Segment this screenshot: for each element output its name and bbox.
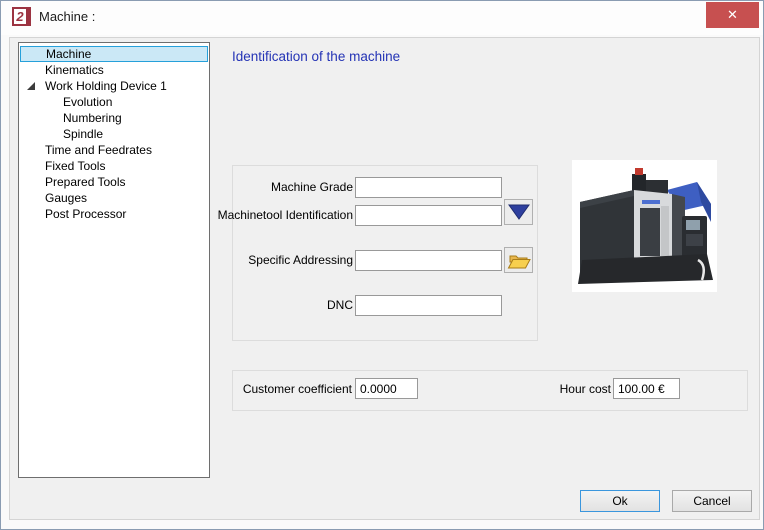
tree-view: Machine Kinematics Work Holding Device 1 Ev… (18, 42, 210, 478)
tree-item-post-processor[interactable]: Post Processor (20, 206, 208, 222)
app-logo-icon: 2 (12, 7, 31, 26)
tree-item-evolution[interactable]: Evolution (20, 94, 208, 110)
specific-addressing-input[interactable] (355, 250, 502, 271)
tree-item-label: Spindle (63, 127, 104, 141)
specific-addressing-label: Specific Addressing (248, 253, 353, 267)
tree-item-numbering[interactable]: Numbering (20, 110, 208, 126)
hour-cost-label: Hour cost (559, 382, 611, 396)
title-bar: 2 Machine : ✕ (1, 1, 763, 35)
tree-item-label: Kinematics (45, 63, 104, 77)
window-title: Machine : (39, 9, 96, 24)
ok-button[interactable]: Ok (580, 490, 660, 512)
tree-item-label: Evolution (63, 95, 113, 109)
tree-item-label: Time and Feedrates (45, 143, 152, 157)
customer-coefficient-label: Customer coefficient (242, 382, 352, 396)
close-icon: ✕ (727, 7, 738, 22)
tree-item-label: Fixed Tools (45, 159, 106, 173)
tree-item-gauges[interactable]: Gauges (20, 190, 208, 206)
machinetool-identification-input[interactable] (355, 205, 502, 226)
open-folder-icon (507, 255, 531, 269)
browse-folder-button[interactable] (504, 247, 533, 273)
dnc-label: DNC (327, 298, 353, 312)
tree-item-label: Prepared Tools (45, 175, 126, 189)
close-button[interactable]: ✕ (706, 2, 759, 28)
content-panel: Machine Kinematics Work Holding Device 1 Ev… (9, 37, 760, 520)
dnc-input[interactable] (355, 295, 502, 316)
tree-item-spindle[interactable]: Spindle (20, 126, 208, 142)
hour-cost-input[interactable] (613, 378, 680, 399)
machine-grade-input[interactable] (355, 177, 502, 198)
customer-coefficient-input[interactable] (355, 378, 418, 399)
tree-item-machine[interactable]: Machine (20, 46, 208, 62)
tree-item-label: Post Processor (45, 207, 127, 221)
tree-item-kinematics[interactable]: Kinematics (20, 62, 208, 78)
tree-item-time-and-feedrates[interactable]: Time and Feedrates (20, 142, 208, 158)
tree-item-prepared-tools[interactable]: Prepared Tools (20, 174, 208, 190)
tree-item-label: Machine (46, 47, 92, 61)
machine-photo (572, 160, 717, 292)
tree-item-label: Work Holding Device 1 (45, 79, 167, 93)
machinetool-dropdown-button[interactable] (504, 199, 533, 225)
tree-item-fixed-tools[interactable]: Fixed Tools (20, 158, 208, 174)
machinetool-identification-label: Machinetool Identification (217, 208, 353, 222)
tree-expander-icon[interactable] (27, 82, 35, 90)
tree-item-label: Gauges (45, 191, 88, 205)
cancel-button[interactable]: Cancel (672, 490, 752, 512)
machine-grade-label: Machine Grade (270, 180, 353, 194)
dropdown-arrow-icon (507, 204, 530, 220)
page-title: Identification of the machine (232, 49, 401, 64)
tree-item-work-holding-device-1[interactable]: Work Holding Device 1 (20, 78, 208, 94)
machine-dialog-window: 2 Machine : ✕ Machine Kinematics Work Hold… (0, 0, 764, 530)
tree-item-label: Numbering (63, 111, 122, 125)
